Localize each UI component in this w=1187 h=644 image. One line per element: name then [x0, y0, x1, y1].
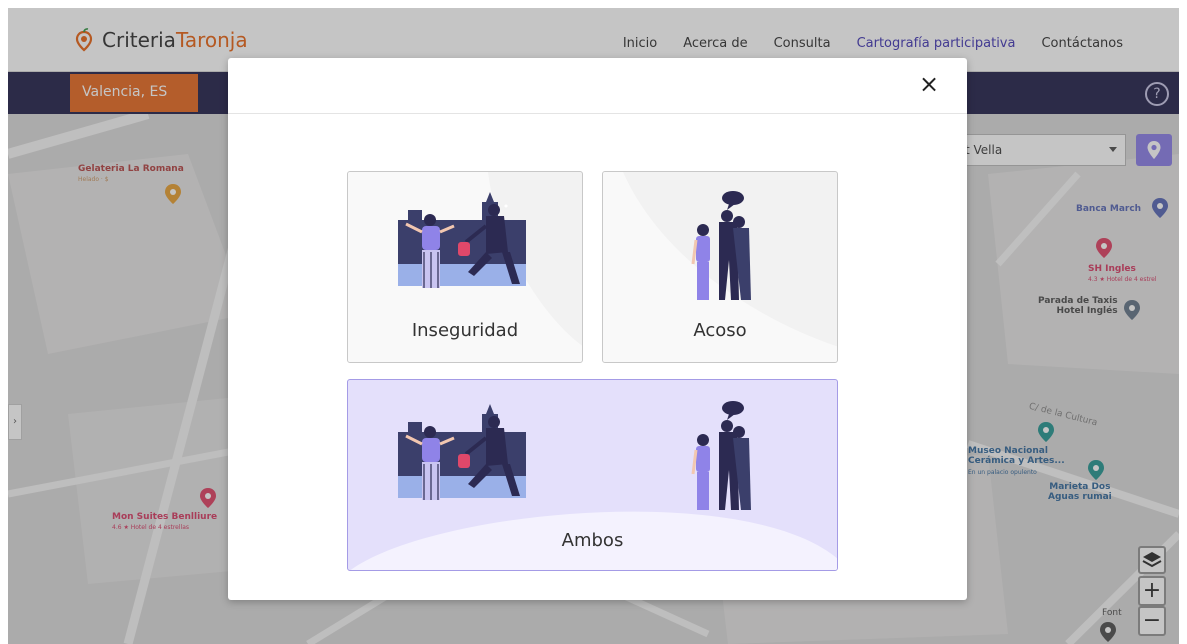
option-card-inseguridad[interactable]: Inseguridad [347, 171, 583, 363]
harassment-illustration-icon [691, 401, 751, 510]
thief-illustration-icon [398, 404, 526, 500]
harassment-illustration-icon [691, 191, 751, 300]
category-modal: × Inseguridad Acoso Ambos [228, 58, 967, 600]
option-card-ambos[interactable]: Ambos [347, 379, 838, 571]
option-label-acoso: Acoso [693, 320, 747, 341]
close-button[interactable]: × [917, 72, 941, 96]
modal-header: × [228, 58, 967, 114]
option-label-ambos: Ambos [561, 530, 624, 551]
option-label-inseguridad: Inseguridad [411, 320, 519, 341]
thief-illustration-icon [398, 192, 526, 288]
app-frame: Gelateria La Romana Helado · $ Banca Mar… [8, 8, 1179, 644]
option-card-acoso[interactable]: Acoso [602, 171, 838, 363]
